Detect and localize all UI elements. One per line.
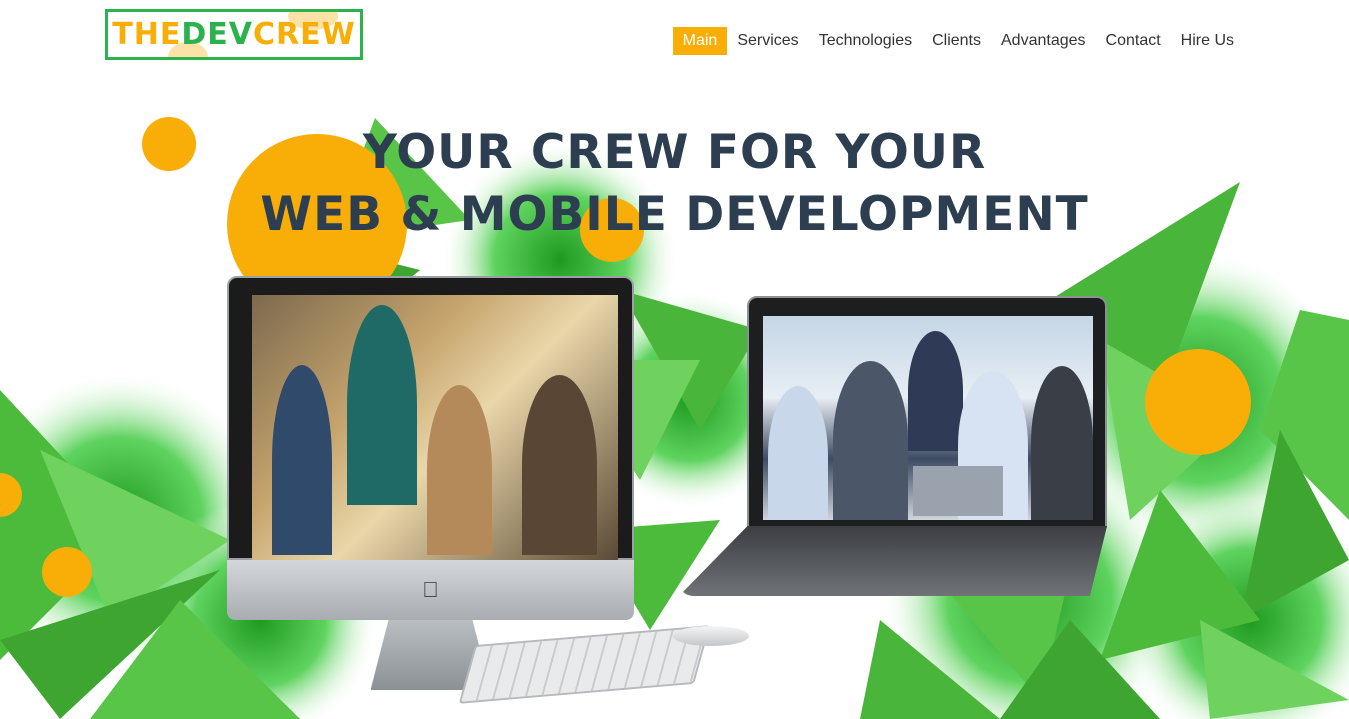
main-navigation: Main Services Technologies Clients Advan… xyxy=(672,27,1244,55)
logo-text-crew: CREW xyxy=(253,17,356,52)
site-logo[interactable]: THE DEV CREW xyxy=(105,9,363,60)
nav-hire-us[interactable]: Hire Us xyxy=(1171,27,1244,55)
nav-contact[interactable]: Contact xyxy=(1096,27,1171,55)
mouse-image xyxy=(673,626,749,646)
logo-text-the: THE xyxy=(112,17,182,52)
hero-headline-line1: YOUR CREW FOR YOUR xyxy=(362,125,987,180)
laptop-image xyxy=(679,296,1107,596)
logo-text-dev: DEV xyxy=(181,17,253,52)
business-team-photo xyxy=(763,316,1093,520)
desktop-computer-image:  xyxy=(227,276,634,690)
nav-advantages[interactable]: Advantages xyxy=(991,27,1096,55)
hero-headline-line2: WEB & MOBILE DEVELOPMENT xyxy=(260,187,1089,242)
team-meeting-photo xyxy=(252,295,618,560)
nav-main[interactable]: Main xyxy=(672,27,728,55)
hero-section: YOUR CREW FOR YOUR WEB & MOBILE DEVELOPM… xyxy=(0,100,1349,719)
nav-technologies[interactable]: Technologies xyxy=(809,27,922,55)
nav-clients[interactable]: Clients xyxy=(922,27,991,55)
nav-services[interactable]: Services xyxy=(727,27,808,55)
apple-icon:  xyxy=(422,577,439,603)
